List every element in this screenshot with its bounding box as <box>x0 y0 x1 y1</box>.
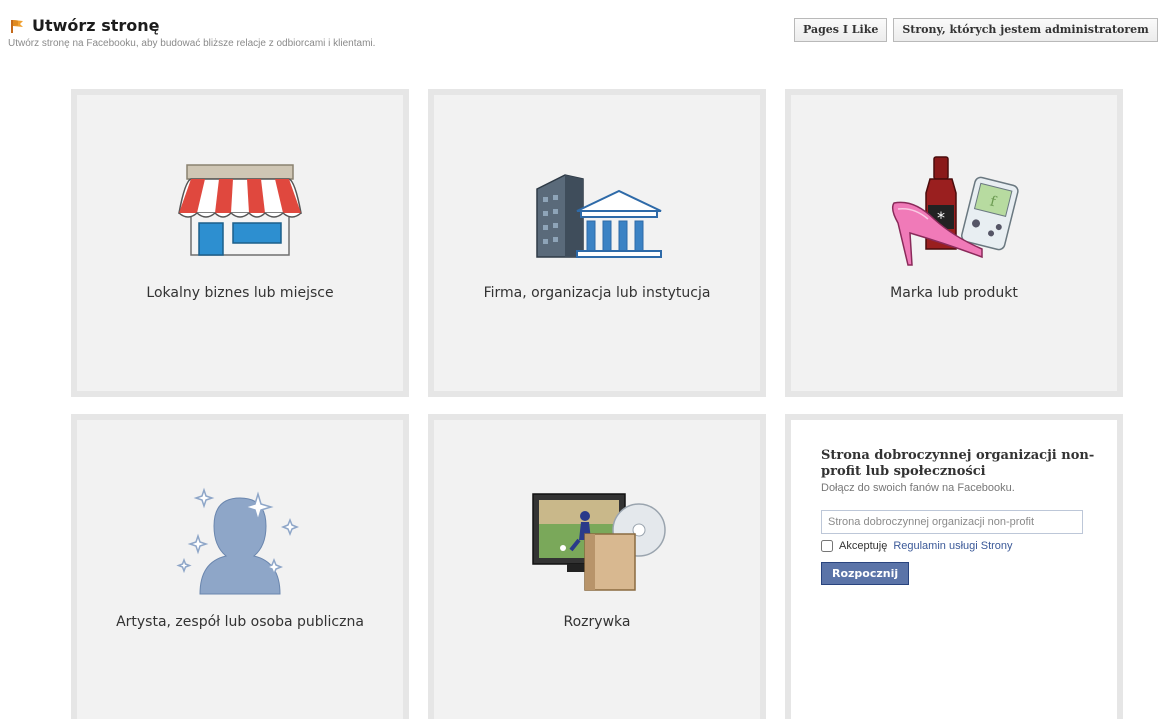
tile-brand-product-inner: * f Marka lub produkt <box>791 95 1117 391</box>
storefront-icon <box>175 161 305 265</box>
nonprofit-title: Strona dobroczynnej organizacji non-prof… <box>821 448 1095 479</box>
flag-icon <box>8 17 26 35</box>
tile-company-label: Firma, organizacja lub instytucja <box>483 285 711 301</box>
tile-entertainment-inner: Rozrywka <box>434 420 760 719</box>
tile-local-business[interactable]: Lokalny biznes lub miejsce <box>71 89 409 397</box>
nonprofit-form: Strona dobroczynnej organizacji non-prof… <box>821 448 1101 585</box>
tile-local-business-inner: Lokalny biznes lub miejsce <box>77 95 403 391</box>
terms-link[interactable]: Regulamin usługi Strony <box>893 540 1012 552</box>
products-icon: * f <box>884 153 1024 277</box>
create-page-view: Utwórz stronę Utwórz stronę na Facebooku… <box>0 0 1170 719</box>
nonprofit-description: Dołącz do swoich fanów na Facebooku. <box>821 482 1015 494</box>
buildings-icon <box>527 167 667 267</box>
tile-artist[interactable]: Artysta, zespół lub osoba publiczna <box>71 414 409 719</box>
pages-i-like-button[interactable]: Pages I Like <box>794 18 888 42</box>
terms-row: Akceptuję Regulamin usługi Strony <box>821 540 1101 552</box>
tile-company-inner: Firma, organizacja lub instytucja <box>434 95 760 391</box>
artist-icon <box>170 476 310 600</box>
page-title: Utwórz stronę <box>32 16 160 35</box>
accept-label: Akceptuję <box>839 540 888 552</box>
accept-terms-checkbox[interactable] <box>821 540 833 552</box>
tile-entertainment-label: Rozrywka <box>563 614 631 630</box>
tile-brand-product[interactable]: * f Marka lub produkt <box>785 89 1123 397</box>
tile-local-business-label: Lokalny biznes lub miejsce <box>146 285 334 301</box>
tile-company[interactable]: Firma, organizacja lub instytucja <box>428 89 766 397</box>
entertainment-icon <box>527 490 667 598</box>
tile-artist-label: Artysta, zespół lub osoba publiczna <box>116 614 364 630</box>
start-button[interactable]: Rozpocznij <box>821 562 910 585</box>
tile-nonprofit-inner: Strona dobroczynnej organizacji non-prof… <box>791 420 1117 719</box>
tile-entertainment[interactable]: Rozrywka <box>428 414 766 719</box>
tile-brand-product-label: Marka lub produkt <box>890 285 1018 301</box>
admin-pages-button[interactable]: Strony, których jestem administratorem <box>893 18 1158 42</box>
top-buttons: Pages I Like Strony, których jestem admi… <box>794 18 1158 42</box>
nonprofit-name-input[interactable] <box>821 510 1083 534</box>
tile-artist-inner: Artysta, zespół lub osoba publiczna <box>77 420 403 719</box>
tile-nonprofit: Strona dobroczynnej organizacji non-prof… <box>785 414 1123 719</box>
